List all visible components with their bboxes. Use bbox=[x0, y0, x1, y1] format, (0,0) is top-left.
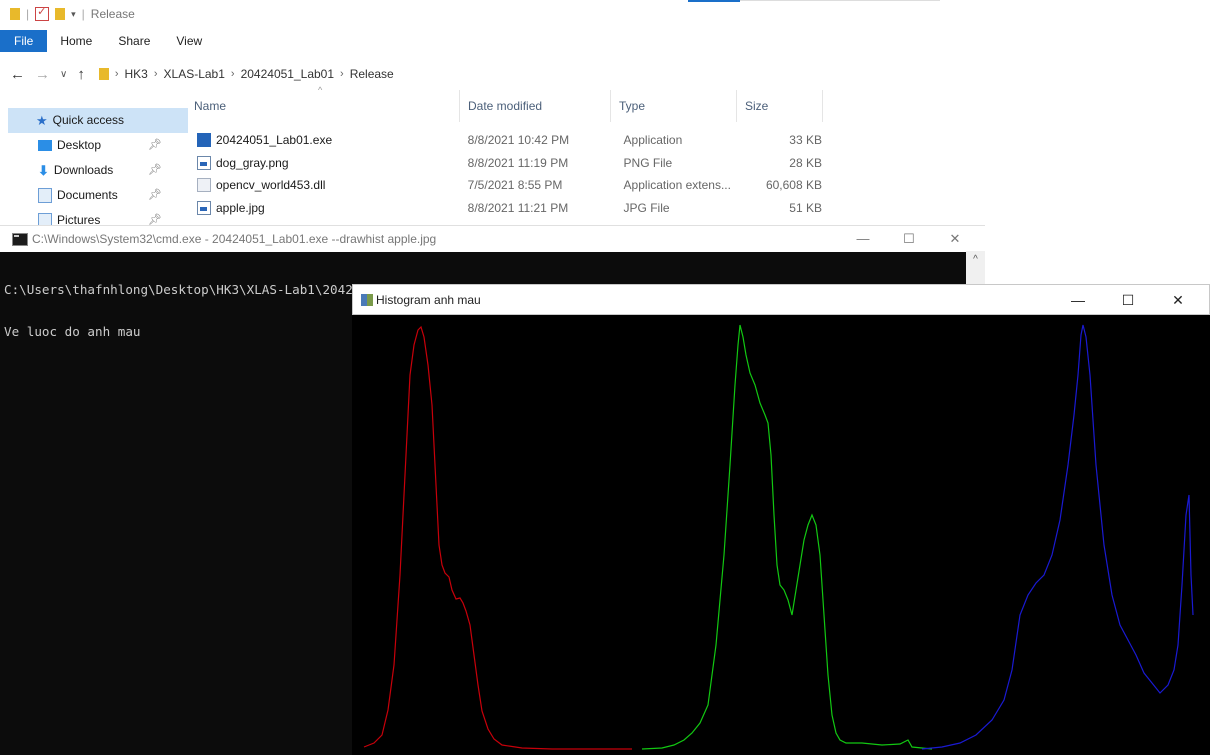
file-name: 20424051_Lab01.exe bbox=[216, 133, 333, 148]
recent-locations-chevron-icon[interactable]: ∨ bbox=[60, 69, 67, 80]
blue-histogram-line bbox=[921, 324, 1194, 750]
close-button[interactable]: ✕ bbox=[932, 226, 978, 252]
file-row[interactable]: opencv_world453.dll 7/5/2021 8:55 PM App… bbox=[190, 174, 830, 197]
tab-share[interactable]: Share bbox=[105, 30, 163, 52]
app-icon bbox=[361, 293, 373, 306]
file-type: PNG File bbox=[623, 155, 673, 170]
file-row[interactable]: dog_gray.png 8/8/2021 11:19 PM PNG File … bbox=[190, 152, 830, 175]
folder-icon bbox=[10, 8, 20, 20]
histogram-canvas bbox=[363, 324, 1194, 750]
ribbon-tabs: File Home Share View bbox=[0, 30, 215, 52]
maximize-button[interactable]: ☐ bbox=[886, 226, 932, 252]
nav-label: Documents bbox=[57, 188, 118, 202]
file-date: 8/8/2021 11:19 PM bbox=[467, 155, 569, 170]
nav-label: Desktop bbox=[57, 138, 102, 152]
histogram-window: Histogram anh mau — ☐ ✕ bbox=[352, 284, 1210, 755]
green-histogram-line bbox=[641, 324, 933, 750]
file-row[interactable]: 20424051_Lab01.exe 8/8/2021 10:42 PM App… bbox=[190, 129, 830, 152]
chevron-right-icon[interactable]: › bbox=[340, 68, 344, 80]
histogram-title-bar[interactable]: Histogram anh mau — ☐ ✕ bbox=[352, 284, 1210, 315]
breadcrumb-lab01[interactable]: 20424051_Lab01 bbox=[241, 67, 334, 81]
folder-icon bbox=[98, 68, 109, 80]
file-type: Application extens... bbox=[623, 178, 731, 193]
file-name: opencv_world453.dll bbox=[216, 178, 326, 193]
navigation-pane: ★ Quick access Desktop 📌︎ ⬇ Downloads 📌︎… bbox=[8, 108, 188, 233]
minimize-button[interactable]: — bbox=[1053, 285, 1103, 316]
exe-icon bbox=[197, 133, 211, 148]
nav-quick-access[interactable]: ★ Quick access bbox=[8, 108, 188, 133]
tab-view[interactable]: View bbox=[163, 30, 215, 52]
file-size: 60,608 KB bbox=[765, 178, 822, 193]
download-icon: ⬇ bbox=[38, 163, 49, 178]
file-type: JPG File bbox=[623, 200, 670, 215]
histogram-title-text: Histogram anh mau bbox=[376, 292, 481, 307]
nav-downloads[interactable]: ⬇ Downloads 📌︎ bbox=[8, 158, 188, 183]
documents-icon bbox=[38, 188, 52, 203]
file-size: 33 KB bbox=[789, 133, 822, 148]
column-headers: Name Date modified Type Size bbox=[186, 90, 823, 122]
file-date: 7/5/2021 8:55 PM bbox=[467, 178, 563, 193]
pin-icon[interactable]: 📌︎ bbox=[148, 183, 162, 208]
nav-label: Quick access bbox=[52, 113, 125, 127]
close-button[interactable]: ✕ bbox=[1153, 285, 1203, 316]
file-date: 8/8/2021 10:42 PM bbox=[467, 133, 570, 148]
breadcrumb-hk3[interactable]: HK3 bbox=[125, 67, 148, 81]
chevron-right-icon[interactable]: › bbox=[115, 68, 119, 80]
file-list: 20424051_Lab01.exe 8/8/2021 10:42 PM App… bbox=[190, 129, 830, 219]
file-name: apple.jpg bbox=[216, 200, 265, 215]
quick-access-toolbar: | ▾ | Release bbox=[10, 5, 135, 22]
breadcrumb-xlas-lab1[interactable]: XLAS-Lab1 bbox=[164, 67, 225, 81]
scroll-up-arrow-icon[interactable]: ^ bbox=[966, 251, 985, 269]
dll-file-icon bbox=[197, 178, 211, 193]
address-bar: ← → ∨ ↑ › HK3 › XLAS-Lab1 › 20424051_Lab… bbox=[10, 60, 394, 88]
column-header-date[interactable]: Date modified bbox=[460, 90, 611, 122]
column-header-name[interactable]: Name bbox=[186, 90, 460, 122]
breadcrumb-release[interactable]: Release bbox=[350, 67, 394, 81]
cmd-title-bar[interactable]: C:\Windows\System32\cmd.exe - 20424051_L… bbox=[0, 225, 985, 252]
window-title: Release bbox=[90, 7, 135, 21]
image-file-icon bbox=[197, 155, 211, 170]
chevron-right-icon[interactable]: › bbox=[231, 68, 235, 80]
file-size: 51 KB bbox=[789, 200, 822, 215]
file-explorer-window: | ▾ | Release File Home Share View ← → ∨… bbox=[0, 0, 1210, 228]
chevron-right-icon[interactable]: › bbox=[154, 68, 158, 80]
nav-label: Downloads bbox=[53, 163, 114, 177]
tab-file[interactable]: File bbox=[0, 30, 48, 52]
file-date: 8/8/2021 11:21 PM bbox=[467, 200, 569, 215]
new-folder-icon[interactable] bbox=[55, 8, 66, 20]
breadcrumb: › HK3 › XLAS-Lab1 › 20424051_Lab01 › Rel… bbox=[98, 67, 394, 81]
star-icon: ★ bbox=[36, 113, 48, 128]
pin-icon[interactable]: 📌︎ bbox=[148, 158, 162, 183]
nav-documents[interactable]: Documents 📌︎ bbox=[8, 183, 188, 208]
customize-dropdown-icon[interactable]: ▾ bbox=[71, 9, 76, 20]
tab-home[interactable]: Home bbox=[47, 30, 105, 52]
properties-icon[interactable] bbox=[35, 5, 50, 21]
cmd-title-text: C:\Windows\System32\cmd.exe - 20424051_L… bbox=[32, 232, 437, 246]
maximize-button[interactable]: ☐ bbox=[1103, 285, 1153, 316]
column-header-type[interactable]: Type bbox=[611, 90, 737, 122]
desktop-icon bbox=[38, 140, 52, 151]
back-arrow-icon[interactable]: ← bbox=[10, 66, 25, 83]
file-size: 28 KB bbox=[789, 155, 822, 170]
file-row[interactable]: apple.jpg 8/8/2021 11:21 PM JPG File 51 … bbox=[190, 197, 830, 220]
title-divider-line bbox=[740, 0, 940, 1]
minimize-button[interactable]: — bbox=[840, 226, 886, 252]
cmd-icon bbox=[12, 232, 28, 246]
nav-desktop[interactable]: Desktop 📌︎ bbox=[8, 133, 188, 158]
up-arrow-icon[interactable]: ↑ bbox=[77, 66, 85, 83]
image-file-icon bbox=[197, 200, 211, 215]
column-header-size[interactable]: Size bbox=[737, 90, 823, 122]
forward-arrow-icon[interactable]: → bbox=[35, 66, 50, 83]
pin-icon[interactable]: 📌︎ bbox=[148, 133, 162, 158]
title-accent-line bbox=[688, 0, 740, 2]
red-histogram-line bbox=[363, 325, 632, 750]
file-type: Application bbox=[623, 133, 683, 148]
file-name: dog_gray.png bbox=[216, 155, 289, 170]
